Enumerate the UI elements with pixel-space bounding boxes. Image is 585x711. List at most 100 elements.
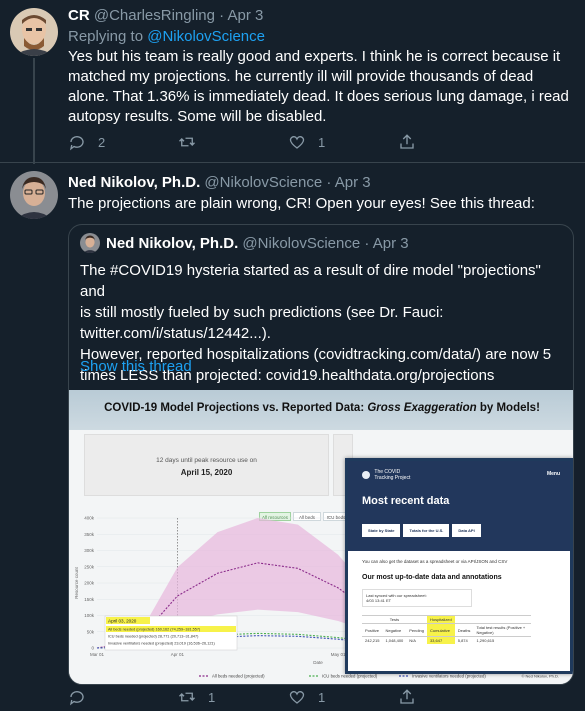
quoted-avatar <box>80 233 100 253</box>
quoted-text-line: is still mostly fueled by such predictio… <box>80 304 444 321</box>
retweet-button[interactable]: 1 <box>178 688 288 706</box>
quoted-avatar-image <box>80 233 100 253</box>
reply-button[interactable]: 2 <box>68 133 178 151</box>
display-name[interactable]: Ned Nikolov, Ph.D. <box>68 174 200 191</box>
quoted-text-line: The #COVID19 hysteria started as a resul… <box>80 262 541 300</box>
y-tick-label: 250k <box>84 564 95 569</box>
table-group-hospitalized: Hospitalized <box>426 615 455 624</box>
image-title-emphasis: Gross Exaggeration <box>367 402 477 414</box>
share-button[interactable] <box>398 133 508 151</box>
x-tick-label: Apr 01 <box>171 652 185 657</box>
quoted-tweet[interactable]: Ned Nikolov, Ph.D. @NikolovScience · Apr… <box>68 224 574 685</box>
like-count: 1 <box>318 689 326 705</box>
replying-to-handle[interactable]: @NikolovScience <box>147 28 265 45</box>
tooltip-date: April 03, 2020 <box>108 619 137 624</box>
tooltip-row: All beds needed (projected) 160,162 (74,… <box>108 628 201 632</box>
table-group-tests: Tests <box>362 615 427 624</box>
tooltip-row: Invasive ventilators needed (projected) … <box>108 642 216 646</box>
quoted-text-line: twitter.com/i/status/12442...). <box>80 325 271 342</box>
quoted-header: Ned Nikolov, Ph.D. @NikolovScience · Apr… <box>106 234 409 254</box>
tweet-header: CR @CharlesRingling · Apr 3 <box>68 6 263 26</box>
legend-label: ICU beds needed (projected) <box>322 674 378 679</box>
y-tick-label: 100k <box>84 613 95 618</box>
thread-connector-line <box>33 58 35 164</box>
table-col: Cumulative <box>426 623 455 637</box>
y-tick-label: 50k <box>87 629 95 634</box>
avatar-nikolov-image <box>10 171 58 219</box>
panel-tab: Totals for the U.S. <box>403 524 450 537</box>
display-name[interactable]: CR <box>68 7 90 24</box>
panel-body: You can also get the dataset as a spread… <box>362 559 562 644</box>
tweet-text: Yes but his team is really good and expe… <box>68 48 569 125</box>
tweet-text: The projections are plain wrong, CR! Ope… <box>68 195 535 212</box>
table-col: Total test results (Positive + Negative) <box>473 623 532 637</box>
y-tick-label: 350k <box>84 532 95 537</box>
panel-tab: State by State <box>362 524 401 537</box>
panel-menu: Menu <box>546 471 560 477</box>
replying-to-line: Replying to @NikolovScience <box>68 27 265 47</box>
y-tick-label: 400k <box>84 516 95 521</box>
table-col: Negative <box>382 623 407 637</box>
panel-header: The COVID Tracking Project Menu Most rec… <box>348 461 570 551</box>
avatar-nikolov[interactable] <box>10 171 58 219</box>
reply-icon <box>69 136 84 151</box>
legend-label: Invasive ventilators needed (projected) <box>412 674 486 679</box>
x-tick-label: May 01 <box>331 652 346 657</box>
image-title-part: COVID-19 Model Projections vs. Reported … <box>104 402 368 414</box>
reply-icon <box>69 691 84 706</box>
heart-icon <box>289 135 305 149</box>
panel-heading: Most recent data <box>362 495 450 507</box>
share-button[interactable] <box>398 688 508 706</box>
y-tick-label: 200k <box>84 581 95 586</box>
table-col: Pending <box>406 623 427 637</box>
like-button[interactable]: 1 <box>288 688 398 706</box>
logo-line-2: Tracking Project <box>374 475 411 481</box>
quoted-date: Apr 3 <box>372 235 409 252</box>
y-axis-label: Resource count <box>74 566 79 598</box>
table-col: Positive <box>362 623 383 637</box>
tweet-cr[interactable]: CR @CharlesRingling · Apr 3 Replying to … <box>0 0 585 164</box>
avatar-cr[interactable] <box>10 8 58 56</box>
retweet-icon <box>179 137 195 147</box>
peak-resource-box: 12 days until peak resource use on April… <box>84 434 329 496</box>
image-title-part: by Models! <box>476 402 540 414</box>
panel-table: Tests Hospitalized Positive Negative Pen… <box>362 615 532 644</box>
table-cell: N/A <box>406 636 427 644</box>
peak-text: 12 days until peak resource use on <box>156 457 257 464</box>
panel-logo: The COVID Tracking Project <box>362 469 410 481</box>
avatar-cr-image <box>10 8 58 56</box>
handle[interactable]: @CharlesRingling <box>94 7 215 24</box>
like-button[interactable]: 1 <box>288 133 398 151</box>
retweet-button[interactable] <box>178 133 288 151</box>
reply-count: 2 <box>98 134 106 150</box>
y-tick-label: 0 <box>91 646 94 651</box>
like-count: 1 <box>318 134 326 150</box>
tweet-date[interactable]: Apr 3 <box>227 7 263 24</box>
tweet-date[interactable]: Apr 3 <box>335 174 371 191</box>
handle[interactable]: @NikolovScience <box>204 174 322 191</box>
share-icon <box>400 134 414 149</box>
quoted-display-name: Ned Nikolov, Ph.D. <box>106 235 239 252</box>
reply-button[interactable] <box>68 688 178 706</box>
panel-tabs: State by State Totals for the U.S. Data … <box>362 524 484 537</box>
replying-to-label: Replying to <box>68 28 144 45</box>
peak-date: April 15, 2020 <box>180 468 233 477</box>
panel-sync-box: Last synced with our spreadsheet: 4/03 1… <box>362 589 472 607</box>
show-thread-link[interactable]: Show this thread <box>80 358 192 375</box>
chart-credit: © Ned Nikolov, Ph.D. <box>521 674 559 679</box>
table-cell: 5,874 <box>454 636 474 644</box>
legend-label: All beds needed (projected) <box>212 674 265 679</box>
logo-icon <box>362 471 370 479</box>
attached-image[interactable]: COVID-19 Model Projections vs. Reported … <box>69 390 573 684</box>
tweet-actions: 2 1 <box>68 131 508 153</box>
panel-subheading: Our most up-to-date data and annotations <box>362 574 502 581</box>
tooltip-row: ICU beds needed (projected) 28,771 (20,7… <box>108 635 199 639</box>
tweet-header: Ned Nikolov, Ph.D. @NikolovScience · Apr… <box>68 173 371 193</box>
panel-sync-time: 4/03 13:41 ET <box>366 598 392 603</box>
table-cell: 1,048,400 <box>382 636 407 644</box>
table-cell: 1,290,615 <box>473 636 532 644</box>
y-tick-label: 150k <box>84 597 95 602</box>
x-tick-label: Mar 01 <box>90 652 105 657</box>
panel-tab: Data API <box>452 524 481 537</box>
y-tick-label: 300k <box>84 548 95 553</box>
